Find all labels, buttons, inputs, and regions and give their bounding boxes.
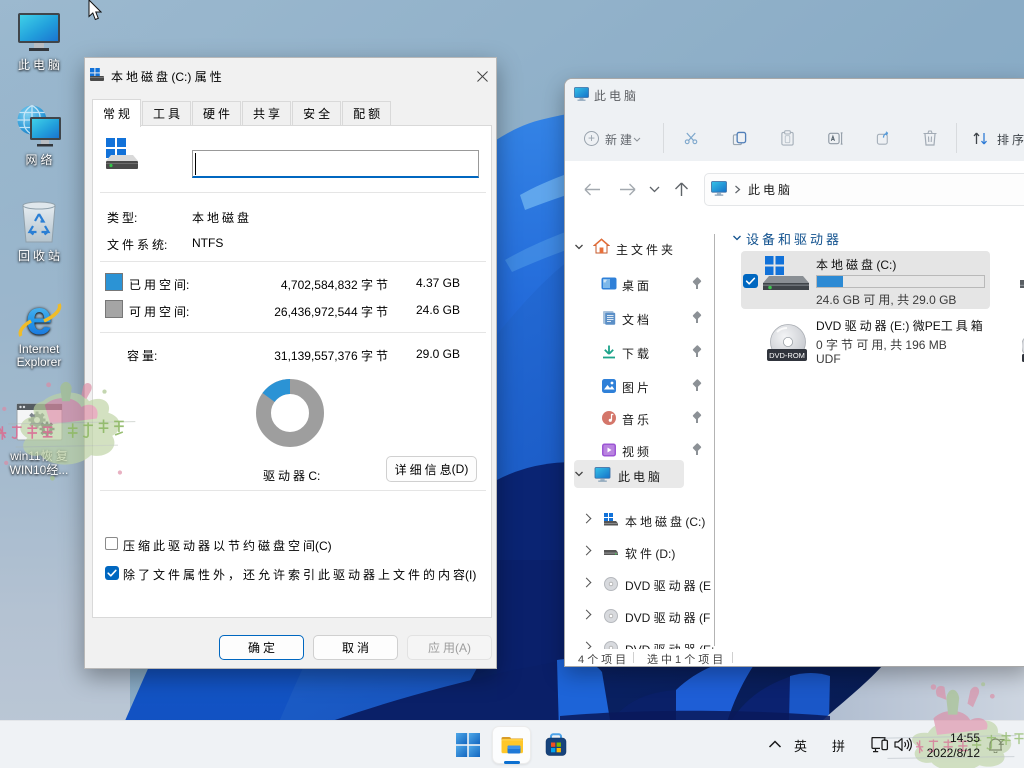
- svg-text:DVD-ROM: DVD-ROM: [769, 351, 805, 360]
